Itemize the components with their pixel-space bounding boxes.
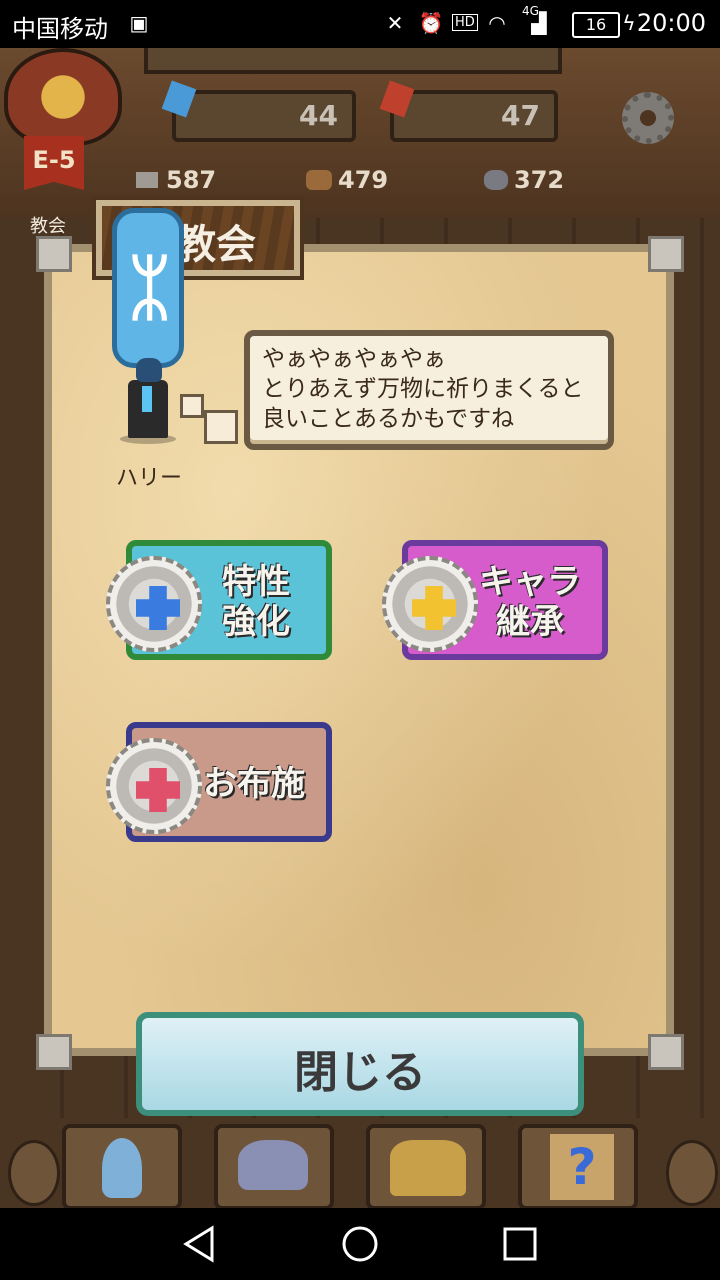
signal-icon: ▟ [531,11,547,35]
stone-count: 372 [514,166,565,194]
pink-cross-medal-icon [106,738,202,834]
hd-icon: HD [452,14,478,31]
location-label: 教会 [30,216,66,237]
treasure-chest-icon[interactable] [4,48,122,146]
scroll-left-knob [8,1140,60,1206]
help-book-icon: ? [550,1134,614,1200]
home-icon[interactable] [338,1222,382,1266]
trait-enhance-label: 特性 強化 [222,562,290,642]
thought-bubble-dot [204,410,238,444]
cross-pendant-icon [142,386,152,412]
wifi-icon: ◠ [488,11,506,35]
tab-characters[interactable] [62,1124,182,1210]
panel-corner [648,236,684,272]
banner-emblem-icon: ᛯ [128,245,172,329]
panel-corner [648,1034,684,1070]
helmet-icon [238,1140,308,1190]
donation-label: お布施 [203,764,305,804]
blue-gem-counter: 44 [172,90,356,142]
clock: 20:00 [636,9,706,37]
panel-corner [36,1034,72,1070]
alarm-icon: ⏰ [418,11,444,35]
tab-equipment[interactable] [214,1124,334,1210]
battery-icon: 16 [572,12,620,38]
panel-corner [36,236,72,272]
character-sprite[interactable] [120,358,176,446]
stone-icon [484,170,508,190]
blue-cross-medal-icon [106,556,202,652]
pink-cross-icon [136,768,180,812]
red-gem-counter: 47 [390,90,558,142]
status-bar: 中国移动 ▣ ✕ ⏰ HD ◠ 4G ▟ 16 ϟ 20:00 [0,0,720,48]
gold-counter [144,48,562,74]
character-inherit-label: キャラ 継承 [479,562,581,642]
mute-icon: ✕ [386,11,404,35]
carrier-name: 中国移动 [12,15,108,43]
back-icon[interactable] [178,1222,222,1266]
tab-help[interactable]: ? [518,1124,638,1210]
speech-text: やぁやぁやぁやぁ とりあえず万物に祈りまくると 良いことあるかもですね [262,346,584,432]
metal-count: 587 [166,166,217,194]
thought-bubble-dot [180,394,204,418]
yellow-cross-medal-icon [382,556,478,652]
guild-emblem-icon [102,1138,142,1198]
metal-ingot-icon [136,172,158,188]
blue-cross-icon [136,586,180,630]
close-button-label: 閉じる [294,1047,426,1098]
notification-icon: ▣ [129,11,149,35]
character-head [136,358,162,382]
wood-logs-icon [306,170,332,190]
character-name: ハリー [116,466,183,491]
wood-count: 479 [338,166,389,194]
treasure-chest-icon [390,1140,466,1196]
page-title: 教会 [176,222,256,268]
scroll-right-knob [666,1140,718,1206]
yellow-cross-icon [412,586,456,630]
floor-badge: E-5 [24,136,84,190]
tab-items[interactable] [366,1124,486,1210]
gear-icon[interactable] [622,92,674,144]
recent-apps-icon[interactable] [498,1222,542,1266]
